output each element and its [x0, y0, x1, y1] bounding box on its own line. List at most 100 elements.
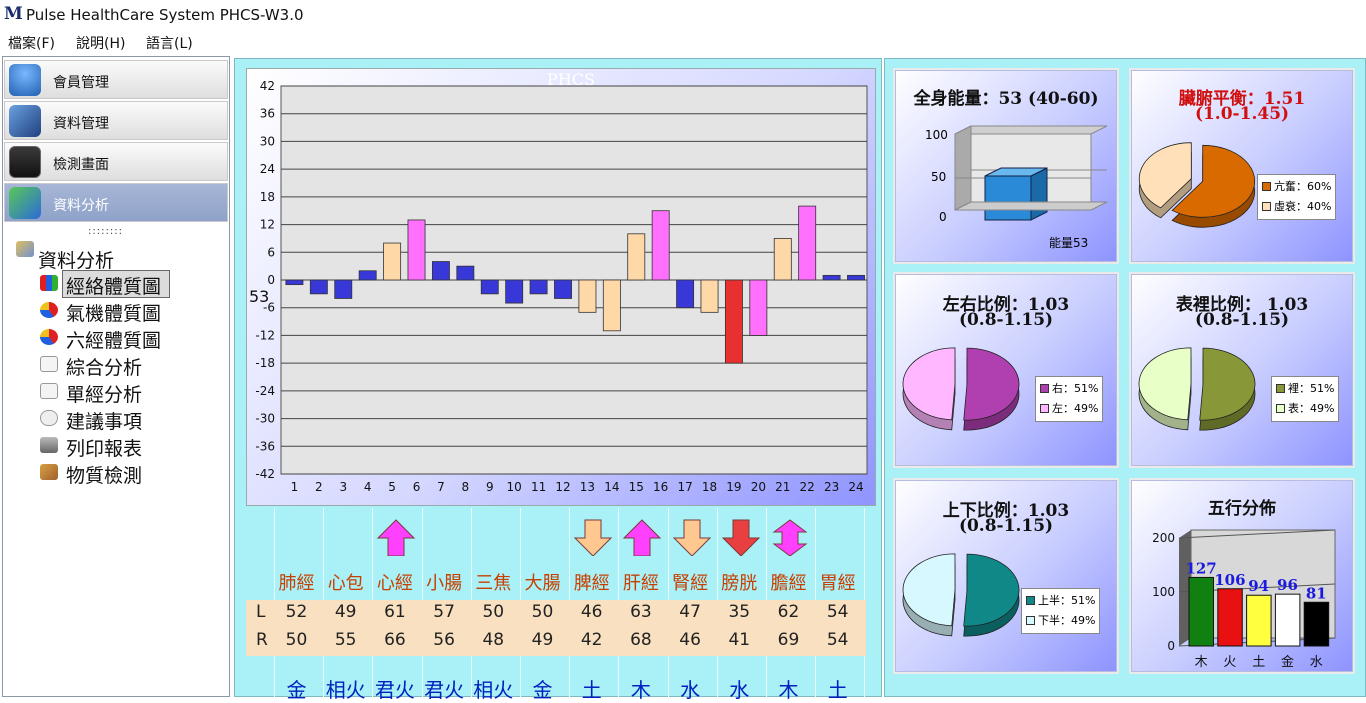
x-tick-label: 19 [726, 480, 741, 494]
left-right-legend: 右：51% 左：49% [1035, 376, 1104, 422]
tree-item-meridian-chart[interactable]: 經絡體質圖 [66, 272, 161, 299]
app-logo: M [4, 4, 23, 24]
element-category-label: 土 [1252, 655, 1265, 670]
element-category-label: 金 [1281, 654, 1294, 670]
meridian-bar [822, 274, 841, 281]
tree-item-comprehensive-analysis[interactable]: 綜合分析 [66, 353, 142, 380]
meridian-bar [651, 210, 670, 281]
element-value-label: 96 [1277, 576, 1298, 594]
tree-item-print-report[interactable]: 列印報表 [66, 434, 142, 461]
y-tick-label: 12 [260, 218, 275, 232]
element-label: 相火 [473, 678, 514, 702]
x-tick-label: 14 [604, 480, 619, 494]
tree-root[interactable]: 資料分析 [38, 246, 114, 273]
meridian-bar [285, 279, 304, 286]
right-value: 49 [531, 630, 554, 650]
y-tick-label: -30 [255, 412, 275, 426]
meridian-bar [602, 279, 621, 332]
x-tick-label: 16 [653, 480, 668, 494]
meridian-bar [749, 279, 768, 336]
meridian-name: 小腸 [426, 573, 463, 594]
menu-file[interactable]: 檔案(F) [8, 33, 55, 53]
y-tick-label: -24 [255, 384, 275, 398]
left-value: 61 [384, 602, 406, 622]
y-tick-label: 0 [267, 273, 275, 287]
menu-help[interactable]: 說明(H) [76, 33, 125, 53]
element-label: 木 [630, 678, 651, 702]
element-value-label: 127 [1185, 559, 1216, 577]
x-tick-label: 24 [848, 480, 863, 494]
five-elements-chart: 0 100 200 127 木 106 火 94 土 96 金 81 水 [1152, 529, 1336, 670]
right-value: 41 [728, 630, 751, 650]
element-label: 木 [778, 678, 799, 702]
arrow-down-icon [672, 519, 711, 556]
y-tick-label: -36 [255, 439, 275, 453]
element-label: 土 [827, 678, 848, 702]
arrow-updown-icon [772, 519, 808, 556]
meridian-name: 三焦 [475, 573, 512, 594]
y-tick-label: -12 [255, 328, 275, 342]
x-tick-label: 7 [437, 480, 445, 494]
menu-language[interactable]: 語言(L) [146, 33, 193, 53]
meridian-name: 膽經 [770, 573, 807, 594]
meridian-bar [578, 279, 597, 313]
left-value: 46 [580, 602, 603, 622]
row-label-right: R [256, 630, 268, 650]
nav-data-management[interactable]: 資料管理 [4, 101, 228, 140]
x-tick-label: 13 [580, 480, 595, 494]
meridian-bar [407, 219, 426, 281]
element-value-label: 81 [1306, 584, 1327, 602]
right-value: 46 [679, 630, 701, 650]
right-value: 54 [826, 630, 849, 650]
splitter-handle[interactable]: :::::::: [88, 226, 123, 237]
tree-item-suggestions[interactable]: 建議事項 [66, 407, 142, 434]
meridian-name: 大腸 [524, 573, 561, 594]
upper-lower-pie [902, 553, 1020, 637]
meridian-bar [480, 279, 499, 295]
card-total-energy: 全身能量：53 (40-60) 100 50 0 能量53 [893, 68, 1119, 264]
left-value: 47 [679, 602, 701, 622]
element-label: 金 [286, 678, 307, 702]
y-tick-label: -18 [255, 356, 275, 370]
element-label: 金 [532, 678, 553, 702]
left-value: 52 [285, 602, 308, 622]
legend-label: 上半：51% [1038, 594, 1096, 607]
pie-slice [1138, 142, 1192, 209]
element-category-label: 水 [1310, 655, 1323, 670]
x-tick-label: 23 [824, 480, 839, 494]
meridian-name: 心包 [327, 573, 364, 594]
left-value: 35 [728, 602, 751, 622]
x-tick-label: 12 [555, 480, 570, 494]
meridian-bar [309, 279, 328, 295]
tree-item-substance-test[interactable]: 物質檢測 [66, 461, 142, 488]
chart-title: PHCS [547, 70, 595, 89]
element-bar [1274, 593, 1301, 647]
card-organ-balance: 臟腑平衡：1.51 (1.0-1.45) 亢奮：60% 虛衰：40% [1129, 68, 1355, 264]
left-value: 49 [334, 602, 357, 622]
nav-data-analysis[interactable]: 資料分析 [4, 183, 228, 222]
legend-label: 下半：49% [1038, 614, 1096, 627]
x-tick-label: 20 [751, 480, 766, 494]
nav-label: 資料分析 [53, 198, 109, 214]
x-tick-label: 4 [364, 480, 372, 494]
nav-measure-screen[interactable]: 檢測畫面 [4, 142, 228, 181]
x-tick-label: 15 [629, 480, 644, 494]
document-icon [40, 356, 58, 372]
tree-item-six-meridian-chart[interactable]: 六經體質圖 [66, 326, 161, 353]
row-label-left: L [256, 602, 266, 622]
meridian-bar [358, 270, 377, 281]
legend-label: 亢奮：60% [1274, 180, 1332, 193]
x-tick-label: 2 [315, 480, 323, 494]
five-y-tick: 200 [1152, 531, 1175, 545]
meridian-name: 脾經 [573, 573, 610, 594]
energy-ytick: 50 [931, 170, 947, 184]
tree-root-icon [16, 241, 34, 257]
element-category-label: 火 [1223, 655, 1236, 670]
surface-inner-legend: 裡：51% 表：49% [1271, 376, 1340, 422]
element-label: 水 [729, 678, 750, 702]
tree-item-qi-chart[interactable]: 氣機體質圖 [66, 299, 161, 326]
left-right-pie [902, 347, 1020, 431]
nav-member-management[interactable]: 會員管理 [4, 60, 228, 99]
tree-item-single-meridian[interactable]: 單經分析 [66, 380, 142, 407]
y-tick-label: -42 [255, 467, 275, 481]
